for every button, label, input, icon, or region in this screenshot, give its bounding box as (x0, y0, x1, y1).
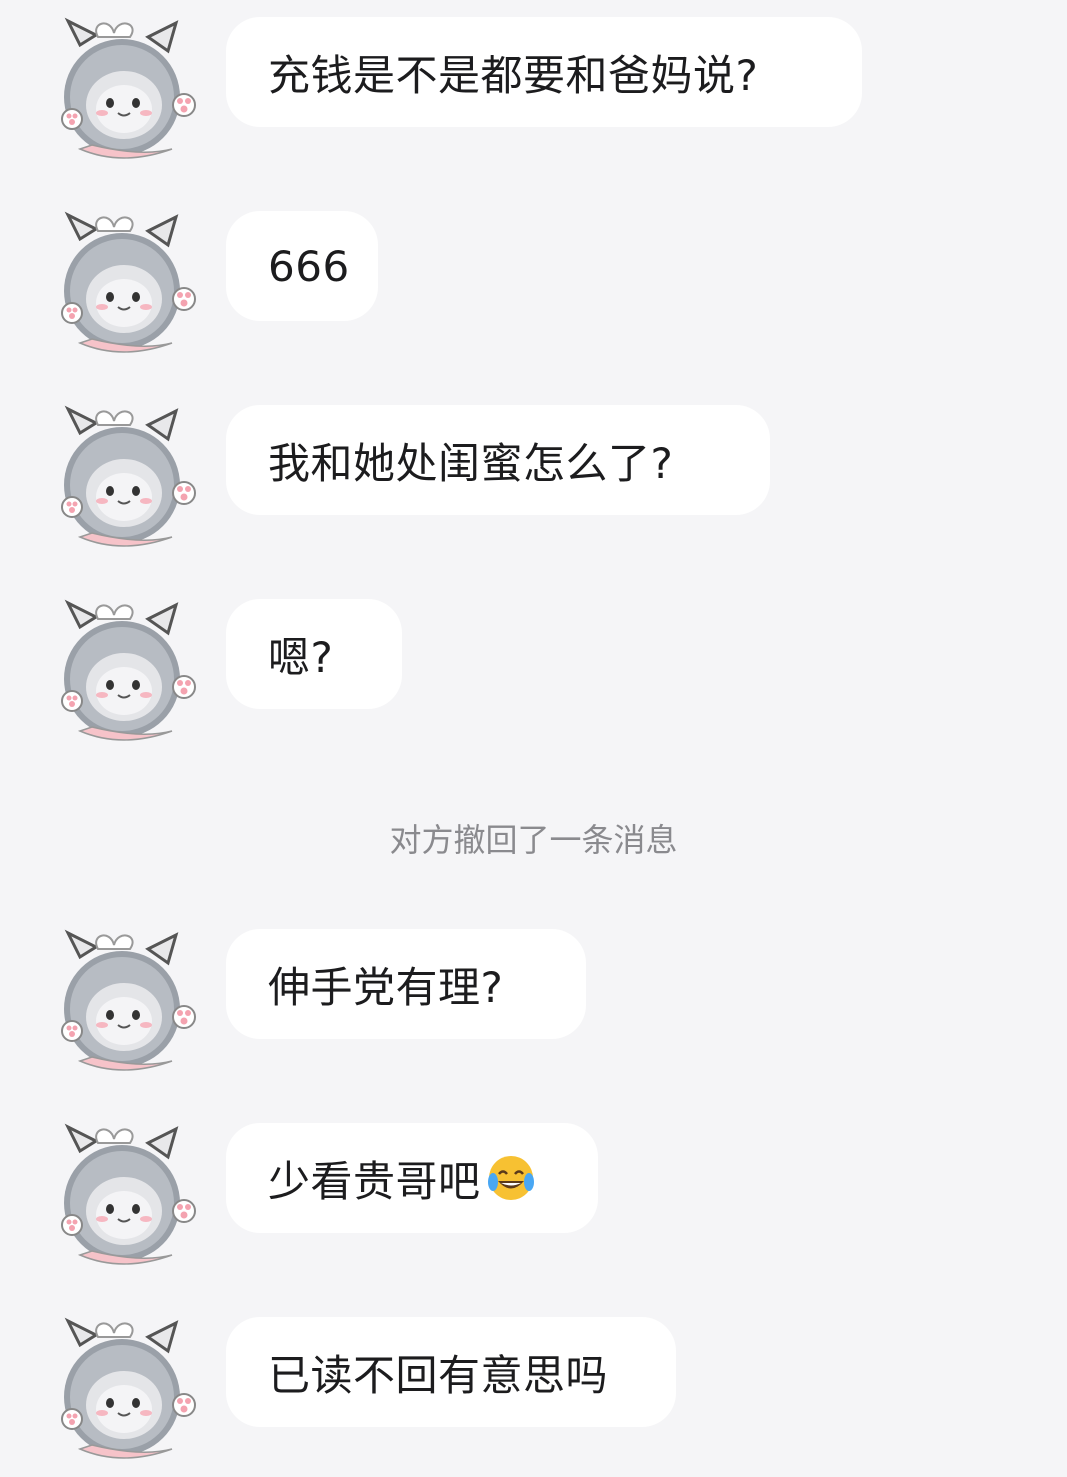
message-text: 已读不回有意思吗 (268, 1350, 609, 1400)
message-bubble[interactable]: 嗯? (226, 599, 402, 709)
message-text: 少看贵哥吧 (268, 1156, 481, 1206)
message-row: 已读不回有意思吗 (0, 1317, 1067, 1477)
cat-avatar-icon[interactable] (52, 1123, 202, 1273)
message-bubble[interactable]: 已读不回有意思吗 (226, 1317, 676, 1427)
message-row: 我和她处闺蜜怎么了? (0, 405, 1067, 565)
message-text: 666 (268, 241, 350, 291)
cat-avatar-icon[interactable] (52, 405, 202, 555)
message-bubble[interactable]: 少看贵哥吧 (226, 1123, 598, 1233)
message-bubble[interactable]: 伸手党有理? (226, 929, 586, 1039)
message-text: 伸手党有理? (268, 962, 504, 1012)
message-text: 嗯? (268, 632, 334, 682)
message-text: 充钱是不是都要和爸妈说? (268, 50, 759, 100)
message-bubble[interactable]: 666 (226, 211, 378, 321)
cat-avatar-icon[interactable] (52, 211, 202, 361)
message-row: 少看贵哥吧 (0, 1123, 1067, 1283)
cat-avatar-icon[interactable] (52, 17, 202, 167)
recall-notice: 对方撤回了一条消息 (389, 821, 678, 859)
cat-avatar-icon[interactable] (52, 1317, 202, 1467)
chat-thread: 充钱是不是都要和爸妈说? 666 我和她处闺蜜怎么了? 嗯? 对方撤回了一条消息… (0, 0, 1067, 1475)
message-row: 伸手党有理? (0, 929, 1067, 1089)
cat-avatar-icon[interactable] (52, 929, 202, 1079)
message-row: 嗯? (0, 599, 1067, 759)
message-row: 充钱是不是都要和爸妈说? (0, 17, 1067, 177)
message-bubble[interactable]: 我和她处闺蜜怎么了? (226, 405, 770, 515)
message-row: 666 (0, 211, 1067, 371)
cat-avatar-icon[interactable] (52, 599, 202, 749)
message-text: 我和她处闺蜜怎么了? (268, 438, 674, 488)
message-bubble[interactable]: 充钱是不是都要和爸妈说? (226, 17, 862, 127)
face-with-tears-of-joy-icon (485, 1152, 537, 1204)
